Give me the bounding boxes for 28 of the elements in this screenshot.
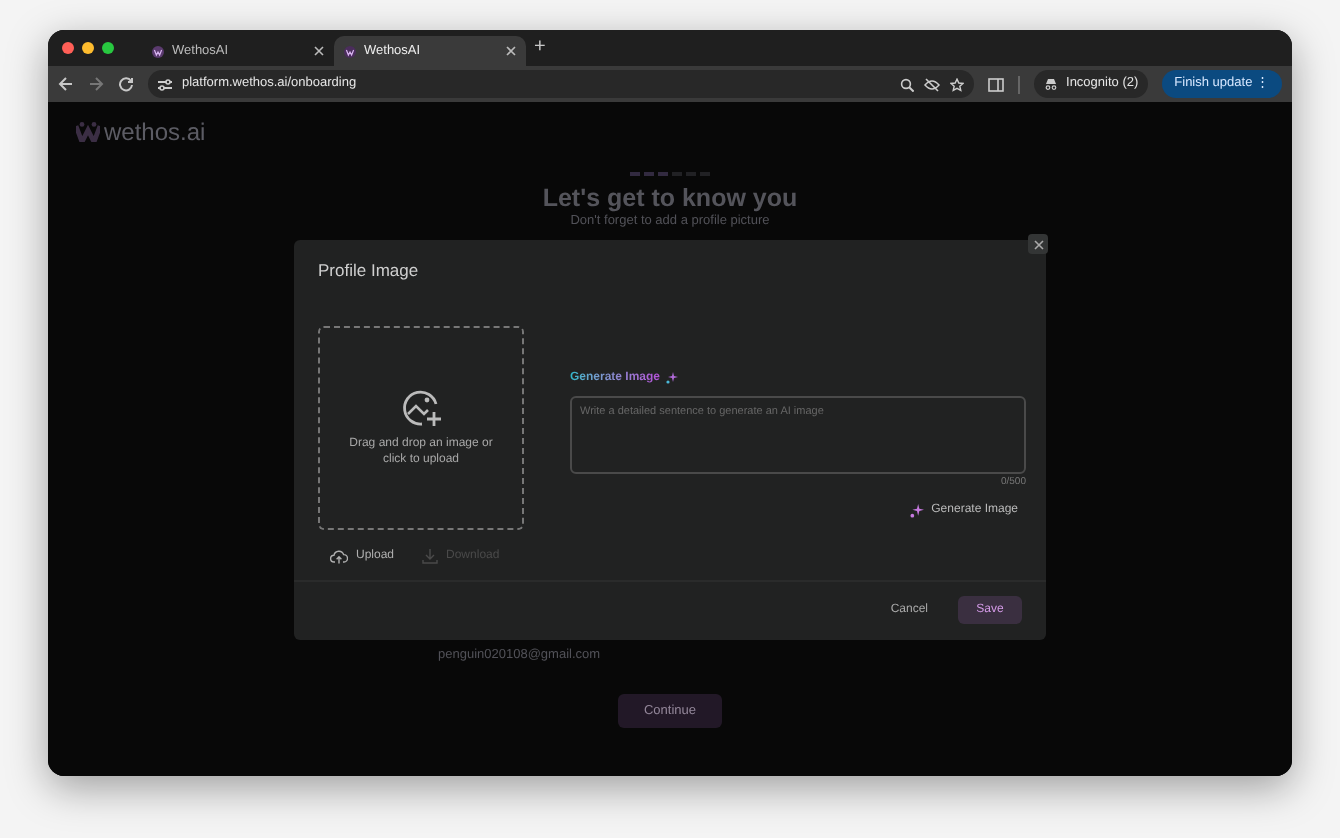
star-icon[interactable] (950, 77, 965, 91)
incognito-icon (1044, 78, 1059, 90)
logo-icon (76, 122, 100, 142)
sparkle-icon (666, 372, 679, 385)
add-image-icon (401, 387, 441, 428)
maximize-window-button[interactable] (102, 42, 114, 54)
side-panel-icon[interactable] (988, 77, 1005, 91)
close-window-button[interactable] (62, 42, 74, 54)
minimize-window-button[interactable] (82, 42, 94, 54)
forward-icon[interactable] (88, 76, 104, 92)
page-heading: Let's get to know you (542, 183, 798, 212)
eye-slash-icon[interactable] (924, 77, 941, 91)
site-icon (344, 45, 356, 57)
cloud-upload-icon (330, 549, 348, 564)
new-tab-button[interactable]: + (534, 38, 546, 58)
zoom-icon[interactable] (900, 77, 915, 91)
close-tab-icon[interactable] (314, 46, 324, 56)
dialog-title: Profile Image (318, 258, 421, 284)
close-tab-icon[interactable] (506, 46, 516, 56)
download-icon (422, 548, 439, 565)
site-settings-icon[interactable] (158, 77, 172, 91)
back-icon[interactable] (58, 76, 74, 92)
close-icon (1033, 239, 1043, 249)
site-icon (152, 45, 164, 57)
reload-icon[interactable] (118, 76, 134, 92)
sparkle-icon (909, 504, 924, 519)
close-button[interactable] (1028, 234, 1048, 254)
logo-text: wethos.ai (104, 116, 206, 150)
